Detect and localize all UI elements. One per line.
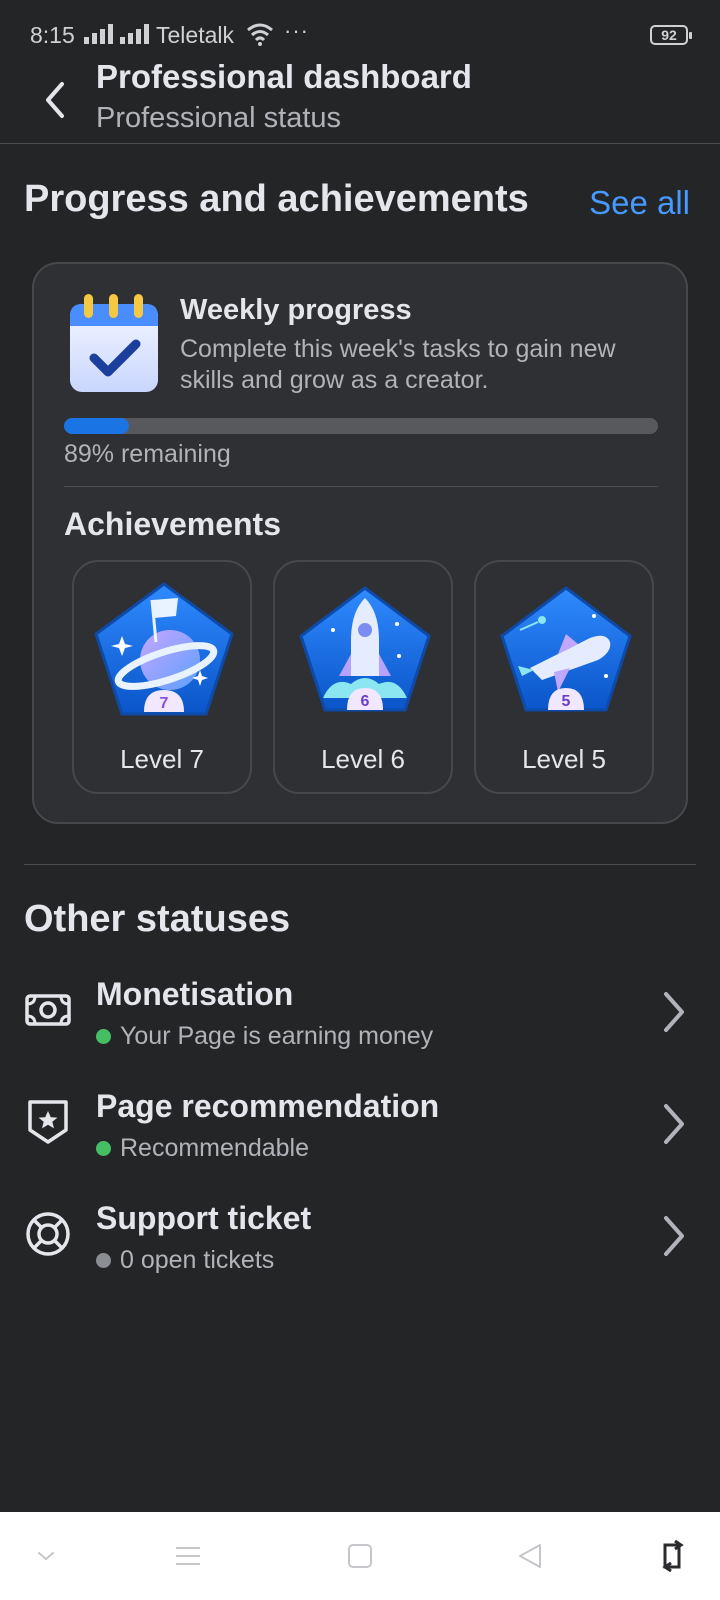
nav-back-button[interactable] [510,1538,550,1574]
status-item-subtitle: Your Page is earning money [96,1022,433,1051]
calendar-check-icon [70,294,158,392]
status-item-subtitle: Recommendable [96,1134,309,1163]
badge-label: Level 7 [120,744,204,774]
spaceship-badge-icon: 5 [500,586,632,712]
section-divider [24,864,696,865]
battery-icon: 92 [650,25,692,45]
chevron-down-icon [38,1552,54,1561]
nav-rotate-button[interactable] [654,1538,694,1574]
back-arrow-icon [46,82,64,118]
svg-text:5: 5 [562,693,571,710]
badge-level-5[interactable]: 5 Level 5 [474,560,654,794]
more-dots: ··· [284,18,309,43]
badge-level-6[interactable]: 6 Level 6 [273,560,453,794]
status-item-title: Support ticket [96,1200,312,1236]
status-dot-green [96,1141,111,1156]
money-icon [25,994,71,1026]
chevron-right-icon [664,992,684,1032]
shield-star-icon [28,1100,68,1144]
chevron-right-icon [664,1216,684,1256]
carrier-name: Teletalk [156,22,234,48]
status-item-title: Monetisation [96,976,294,1012]
page-subtitle: Professional status [96,102,342,134]
status-item-monetisation[interactable]: Monetisation Your Page is earning money [0,976,720,1076]
badge-label: Level 5 [522,744,606,774]
svg-text:6: 6 [361,693,370,710]
see-all-link[interactable]: See all [589,184,690,222]
nav-home-button[interactable] [340,1538,380,1574]
app-header: Professional dashboard Professional stat… [0,52,720,144]
signal-icon-2 [120,24,149,44]
status-time: 8:15 [30,22,75,48]
status-item-subtitle: 0 open tickets [96,1246,274,1275]
achievements-title: Achievements [64,506,281,542]
page-title: Professional dashboard [96,58,472,95]
weekly-progress-title: Weekly progress [180,294,412,326]
status-dot-gray [96,1253,111,1268]
nav-menu-button[interactable] [168,1538,208,1574]
status-item-text: Recommendable [120,1134,309,1162]
weekly-progress-description: Complete this week's tasks to gain new s… [180,335,616,394]
planet-flag-badge-icon: 7 [94,582,234,716]
badge-level-7[interactable]: 7 Level 7 [72,560,252,794]
status-dot-green [96,1029,111,1044]
rocket-badge-icon: 6 [299,586,431,712]
status-item-support-ticket[interactable]: Support ticket 0 open tickets [0,1200,720,1300]
chevron-right-icon [664,1104,684,1144]
svg-text:7: 7 [160,695,169,712]
card-divider [64,486,658,487]
weekly-progress-fill [64,418,130,434]
wifi-icon [247,23,273,46]
achievement-badges: 7 Level 7 6 Level 6 5 Level 5 [72,560,654,794]
progress-remaining-text: 89% remaining [64,440,231,468]
status-item-text: Your Page is earning money [120,1022,434,1050]
badge-label: Level 6 [321,744,405,774]
status-item-text: 0 open tickets [120,1246,275,1274]
other-statuses-title: Other statuses [24,898,291,940]
status-item-page-recommendation[interactable]: Page recommendation Recommendable [0,1088,720,1188]
menu-icon [176,1547,200,1565]
back-triangle-icon [519,1544,541,1568]
progress-card: Weekly progress Complete this week's tas… [32,262,688,824]
signal-icon [84,24,113,44]
back-button[interactable] [30,74,80,126]
lifebuoy-icon [26,1212,70,1256]
weekly-progress-bar [64,418,658,434]
home-square-icon [348,1544,372,1568]
rotate-icon [662,1539,684,1573]
nav-collapse-button[interactable] [26,1538,66,1574]
status-item-title: Page recommendation [96,1088,440,1124]
system-nav-bar [0,1512,720,1600]
progress-section-title: Progress and achievements [24,178,529,220]
